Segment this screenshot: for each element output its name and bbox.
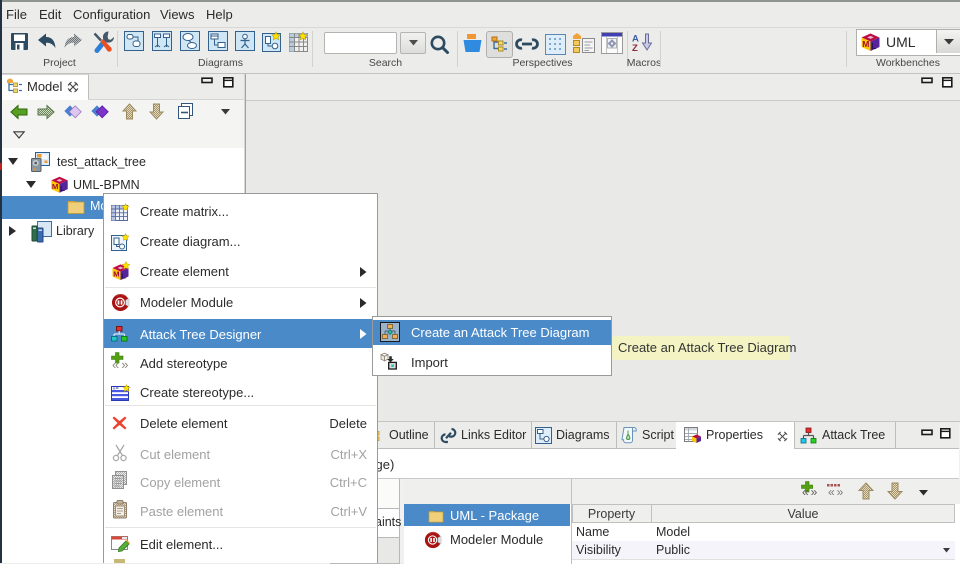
svg-text:L: L	[121, 272, 126, 281]
svg-text:L: L	[871, 41, 876, 51]
svg-text:Z: Z	[632, 43, 638, 52]
svg-text:M: M	[113, 270, 119, 279]
svg-text:M: M	[52, 182, 58, 191]
svg-text:«=: «=	[113, 386, 119, 392]
svg-text:L: L	[60, 184, 65, 193]
svg-text:M: M	[862, 39, 869, 49]
